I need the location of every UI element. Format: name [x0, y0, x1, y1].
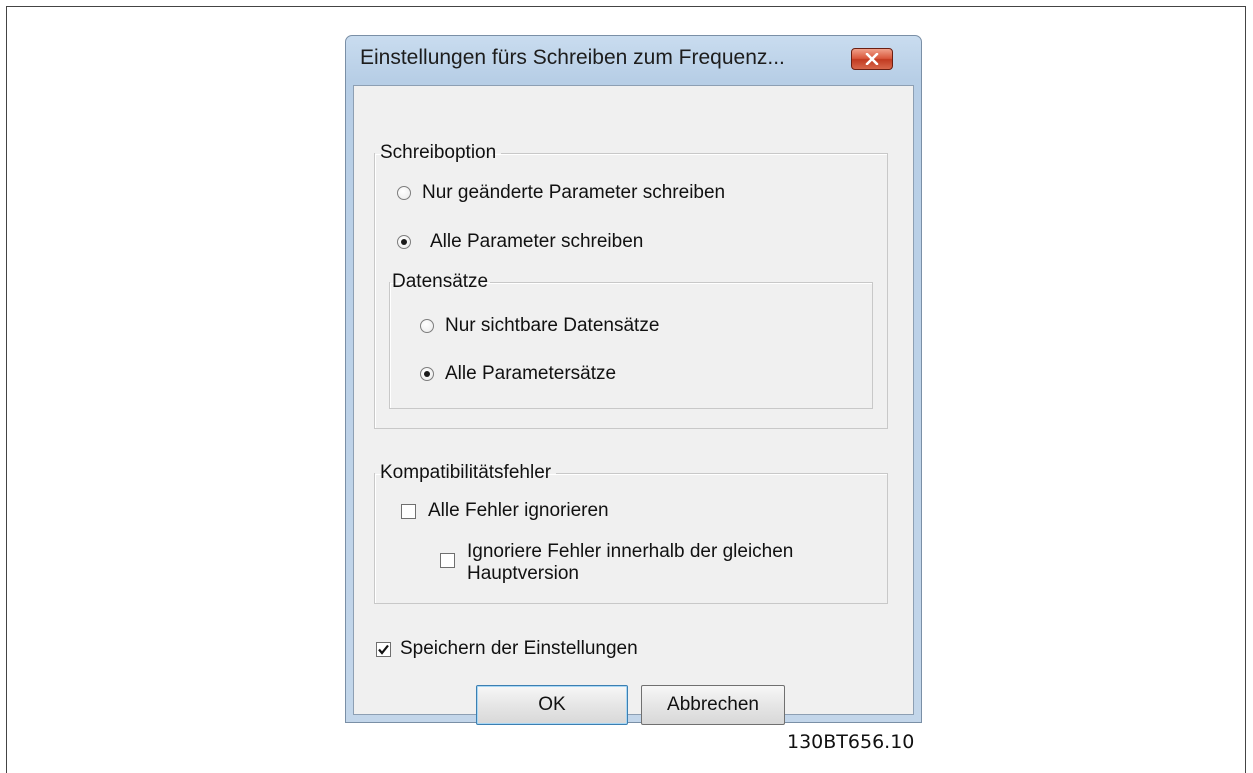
- cancel-button[interactable]: Abbrechen: [641, 685, 785, 725]
- checkbox-ignore-same-major[interactable]: Ignoriere Fehler innerhalb der gleichen …: [440, 541, 793, 585]
- radio-label: Alle Parametersätze: [445, 363, 617, 384]
- checkbox-label-line: Ignoriere Fehler innerhalb der gleichen: [467, 541, 794, 562]
- data-sets-group: Datensätze: [389, 271, 873, 409]
- radio-label: Nur sichtbare Datensätze: [445, 315, 660, 336]
- checkbox[interactable]: [401, 503, 416, 519]
- checkbox-label: Alle Fehler ignorieren: [428, 500, 609, 521]
- compatibility-legend: Kompatibilitätsfehler: [380, 462, 552, 483]
- close-button[interactable]: [851, 48, 893, 70]
- checkbox-label: Ignoriere Fehler innerhalb der gleichen …: [467, 541, 793, 585]
- figure-id: 130BT656.10: [787, 731, 915, 753]
- radio-changed-parameters[interactable]: Nur geänderte Parameter schreiben: [397, 182, 725, 204]
- radio-label: Alle Parameter schreiben: [430, 231, 644, 252]
- close-icon: [864, 53, 880, 65]
- radio-button[interactable]: [397, 186, 411, 200]
- write-option-legend: Schreiboption: [380, 142, 497, 163]
- checkbox-label-line: Hauptversion: [467, 563, 579, 584]
- radio-button[interactable]: [420, 319, 434, 333]
- radio-button[interactable]: [397, 235, 411, 249]
- radio-all-parameter-sets[interactable]: Alle Parametersätze: [420, 363, 616, 385]
- checkmark-icon: [378, 644, 389, 655]
- dialog-title: Einstellungen fürs Schreiben zum Frequen…: [360, 46, 785, 69]
- radio-label: Nur geänderte Parameter schreiben: [422, 182, 726, 203]
- checkbox-label: Speichern der Einstellungen: [400, 638, 638, 659]
- radio-visible-data-sets[interactable]: Nur sichtbare Datensätze: [420, 315, 659, 337]
- checkbox-save-settings[interactable]: Speichern der Einstellungen: [376, 638, 638, 660]
- dialog-client-area: Schreiboption Nur geänderte Parameter sc…: [353, 85, 914, 725]
- title-bar[interactable]: Einstellungen fürs Schreiben zum Frequen…: [346, 36, 921, 84]
- radio-button[interactable]: [420, 367, 434, 381]
- data-sets-legend: Datensätze: [392, 271, 489, 292]
- settings-dialog: Einstellungen fürs Schreiben zum Frequen…: [345, 35, 922, 725]
- checkbox-ignore-all-errors[interactable]: Alle Fehler ignorieren: [401, 500, 609, 522]
- checkbox[interactable]: [440, 553, 455, 568]
- checkbox[interactable]: [376, 641, 391, 657]
- radio-all-parameters[interactable]: Alle Parameter schreiben: [397, 231, 643, 253]
- ok-button[interactable]: OK: [476, 685, 628, 725]
